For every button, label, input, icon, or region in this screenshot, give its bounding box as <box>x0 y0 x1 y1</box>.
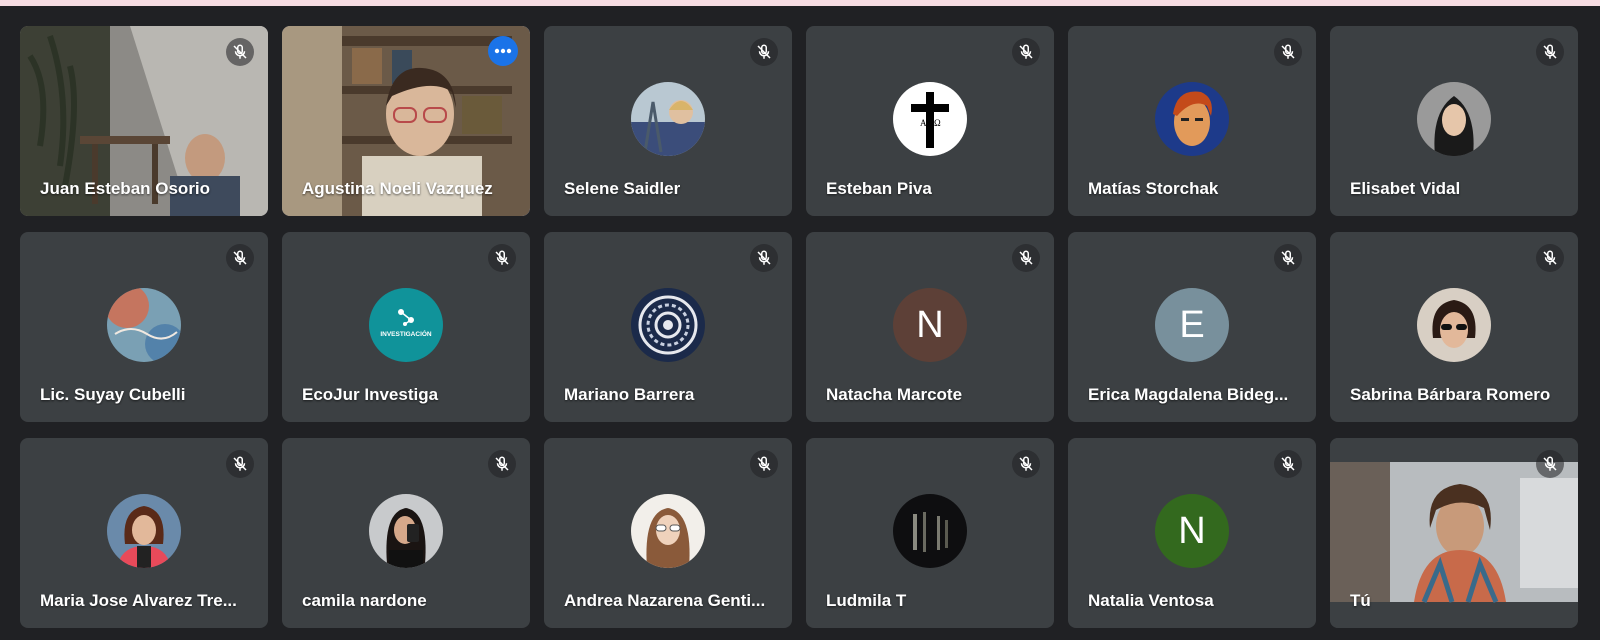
participant-tile[interactable]: Ludmila T <box>806 438 1054 628</box>
participant-avatar <box>107 288 181 362</box>
self-view-tile[interactable]: Tú <box>1330 438 1578 628</box>
mic-off-icon <box>1012 244 1040 272</box>
participant-initial-avatar: E <box>1155 288 1229 362</box>
participant-tile[interactable]: Mariano Barrera <box>544 232 792 422</box>
participant-name: Andrea Nazarena Genti... <box>564 591 766 610</box>
mic-off-icon <box>750 450 778 478</box>
participant-initial-avatar: N <box>893 288 967 362</box>
svg-text:A: A <box>920 118 927 128</box>
participant-tile-active-speaker[interactable]: Agustina Noeli Vazquez <box>282 26 530 216</box>
participant-name: Matías Storchak <box>1088 179 1219 198</box>
mic-off-icon <box>1274 450 1302 478</box>
participant-tile[interactable]: INVESTIGACIÓN EcoJur Investiga <box>282 232 530 422</box>
mic-off-icon <box>226 450 254 478</box>
participant-tile[interactable]: Juan Esteban Osorio <box>20 26 268 216</box>
participant-tile[interactable]: N Natalia Ventosa <box>1068 438 1316 628</box>
mic-off-icon <box>226 38 254 66</box>
mic-off-icon <box>226 244 254 272</box>
participant-tile[interactable]: N Natacha Marcote <box>806 232 1054 422</box>
mic-off-icon <box>1536 244 1564 272</box>
participant-tile[interactable]: E Erica Magdalena Bideg... <box>1068 232 1316 422</box>
participant-name: Esteban Piva <box>826 179 932 198</box>
more-dots-icon <box>494 48 512 54</box>
participant-name: Sabrina Bárbara Romero <box>1350 385 1551 404</box>
participant-tile[interactable]: AΩ Esteban Piva <box>806 26 1054 216</box>
mic-off-icon <box>488 450 516 478</box>
participant-avatar <box>1417 288 1491 362</box>
participant-tile[interactable]: Elisabet Vidal <box>1330 26 1578 216</box>
participant-tile[interactable]: Matías Storchak <box>1068 26 1316 216</box>
mic-off-icon <box>750 38 778 66</box>
participant-tile[interactable]: Selene Saidler <box>544 26 792 216</box>
self-name-label: Tú <box>1350 591 1371 610</box>
avatar-logo-text: INVESTIGACIÓN <box>380 329 432 338</box>
mic-off-icon <box>488 244 516 272</box>
participant-name: Juan Esteban Osorio <box>40 179 211 198</box>
participant-avatar <box>1155 82 1229 156</box>
participant-name: Lic. Suyay Cubelli <box>40 385 186 404</box>
participant-avatar <box>893 494 967 568</box>
participant-name: Agustina Noeli Vazquez <box>302 179 493 198</box>
participant-name: EcoJur Investiga <box>302 385 439 404</box>
mic-off-icon <box>1274 38 1302 66</box>
participant-avatar <box>631 494 705 568</box>
participant-avatar: INVESTIGACIÓN <box>369 288 443 362</box>
participant-avatar <box>631 82 705 156</box>
participant-name: camila nardone <box>302 591 427 610</box>
more-options-button[interactable] <box>488 36 518 66</box>
participant-grid: Juan Esteban Osorio Agustina Noeli Vazqu… <box>20 26 1578 628</box>
participant-name: Natalia Ventosa <box>1088 591 1214 610</box>
mic-off-icon <box>750 244 778 272</box>
svg-text:Ω: Ω <box>934 118 941 128</box>
participant-name: Mariano Barrera <box>564 385 695 404</box>
mic-off-icon <box>1274 244 1302 272</box>
participant-avatar <box>107 494 181 568</box>
participant-initial-avatar: N <box>1155 494 1229 568</box>
mic-off-icon <box>1012 450 1040 478</box>
participant-tile[interactable]: camila nardone <box>282 438 530 628</box>
participant-tile[interactable]: Lic. Suyay Cubelli <box>20 232 268 422</box>
participant-name: Ludmila T <box>826 591 907 610</box>
participant-name: Natacha Marcote <box>826 385 963 404</box>
participant-name: Selene Saidler <box>564 179 681 198</box>
top-notification-strip <box>0 0 1600 6</box>
mic-off-icon <box>1012 38 1040 66</box>
mic-off-icon <box>1536 38 1564 66</box>
participant-name: Maria Jose Alvarez Tre... <box>40 591 237 610</box>
participant-tile[interactable]: Sabrina Bárbara Romero <box>1330 232 1578 422</box>
participant-tile[interactable]: Maria Jose Alvarez Tre... <box>20 438 268 628</box>
participant-avatar <box>369 494 443 568</box>
participant-tile[interactable]: Andrea Nazarena Genti... <box>544 438 792 628</box>
participant-name: Elisabet Vidal <box>1350 179 1461 198</box>
participant-avatar: AΩ <box>893 82 967 156</box>
participant-avatar <box>631 288 705 362</box>
participant-avatar <box>1417 82 1491 156</box>
mic-off-icon <box>1536 450 1564 478</box>
participant-name: Erica Magdalena Bideg... <box>1088 385 1289 404</box>
